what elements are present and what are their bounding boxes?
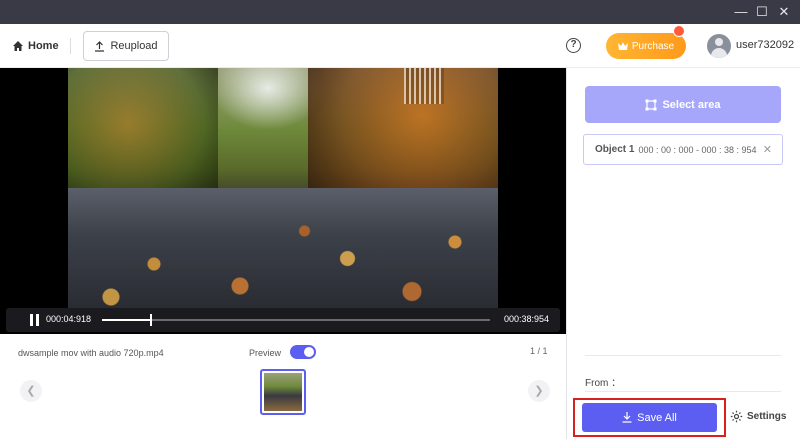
- home-icon: [13, 41, 23, 51]
- pause-icon[interactable]: [30, 314, 40, 326]
- object-item[interactable]: Object 1 000 : 00 : 000 - 000 : 38 : 954…: [583, 134, 783, 165]
- progress-fill: [102, 319, 151, 321]
- purchase-label: Purchase: [631, 40, 675, 52]
- select-area-button[interactable]: Select area: [585, 86, 781, 123]
- minimize-icon[interactable]: —: [733, 4, 749, 20]
- preview-toggle[interactable]: [290, 345, 316, 359]
- app-header: Home Reupload ? Purchase user732092: [0, 24, 800, 68]
- settings-button[interactable]: Settings: [730, 410, 786, 423]
- panel-divider: [585, 391, 781, 392]
- upload-icon: [95, 40, 105, 52]
- user-avatar-icon[interactable]: [707, 34, 731, 58]
- title-bar: — ☐ ✕: [0, 0, 800, 24]
- playback-bar: 000:04:918 000:38:954: [6, 308, 560, 332]
- chevron-left-icon[interactable]: ❮: [20, 380, 42, 402]
- save-all-button[interactable]: Save All: [582, 403, 717, 432]
- home-button[interactable]: Home: [12, 36, 59, 56]
- close-icon[interactable]: ✕: [763, 143, 772, 156]
- header-divider: [70, 38, 71, 54]
- from-label: From ：: [585, 378, 622, 389]
- select-area-label: Select area: [662, 98, 721, 111]
- maximize-icon[interactable]: ☐: [754, 4, 770, 20]
- selected-object-region[interactable]: [404, 68, 444, 104]
- video-player: 000:04:918 000:38:954: [0, 68, 566, 334]
- object-range: 000 : 00 : 000 - 000 : 38 : 954: [638, 144, 757, 155]
- video-frame[interactable]: [68, 68, 498, 308]
- settings-label: Settings: [747, 411, 787, 422]
- progress-track[interactable]: [102, 314, 490, 326]
- object-panel: Select area Object 1 000 : 00 : 000 - 00…: [566, 68, 800, 439]
- total-time: 000:38:954: [504, 314, 550, 324]
- current-time: 000:04:918: [46, 314, 92, 324]
- video-thumbnail[interactable]: [260, 369, 306, 415]
- notification-badge: [673, 25, 685, 37]
- help-icon[interactable]: ?: [566, 38, 581, 53]
- progress-thumb[interactable]: [149, 314, 152, 326]
- download-icon: [622, 412, 632, 423]
- page-indicator: 1 / 1: [530, 346, 548, 356]
- home-label: Home: [28, 40, 59, 52]
- preview-label: Preview: [249, 348, 282, 358]
- close-window-icon[interactable]: ✕: [776, 4, 792, 20]
- reupload-button[interactable]: Reupload: [83, 31, 169, 61]
- reupload-label: Reupload: [110, 40, 158, 52]
- panel-divider: [585, 355, 781, 356]
- select-area-icon: [645, 99, 657, 110]
- gear-icon: [730, 410, 743, 423]
- purchase-button[interactable]: Purchase: [606, 33, 686, 59]
- file-name: dwsample mov with audio 720p.mp4: [18, 348, 164, 358]
- object-name: Object 1: [595, 144, 635, 155]
- save-all-label: Save All: [637, 411, 677, 424]
- crown-icon: [617, 42, 628, 50]
- username[interactable]: user732092: [736, 39, 794, 51]
- chevron-right-icon[interactable]: ❯: [528, 380, 550, 402]
